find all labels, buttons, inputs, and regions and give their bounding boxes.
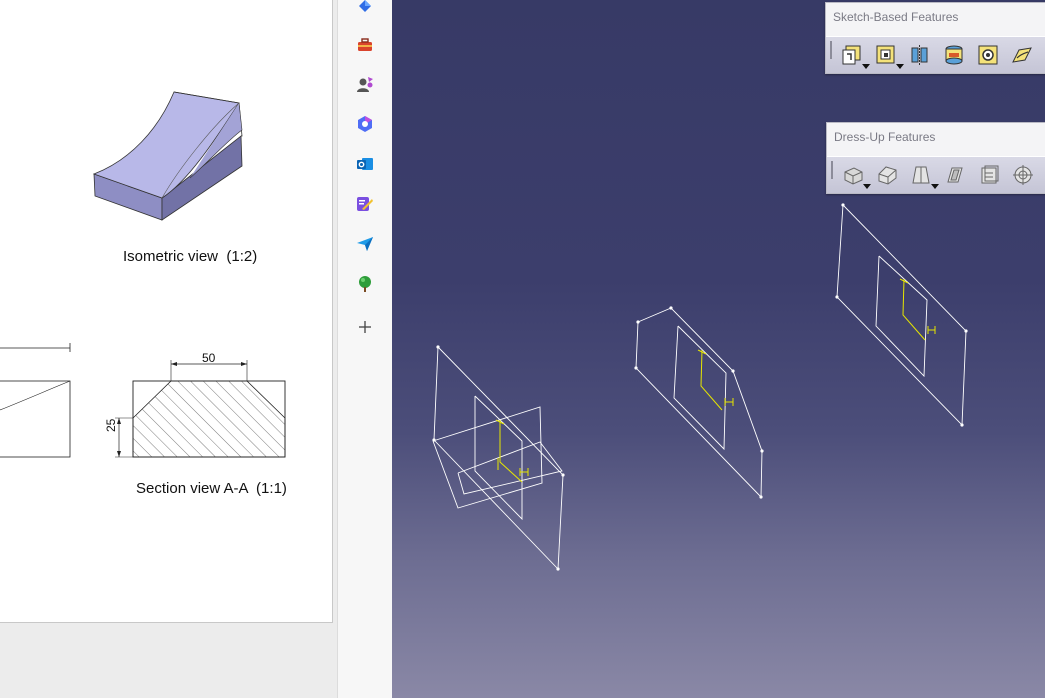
add-icon[interactable] [353,315,377,339]
edge-sidebar [337,0,393,698]
toolbar-body [827,156,1045,193]
isometric-view-caption: Isometric view (1:2) [123,248,258,265]
drawing-sheet[interactable]: Isometric view (1:2) 50 25 Section view … [0,0,333,623]
sketch-plane-3[interactable] [836,204,967,427]
sketch-geometry[interactable] [392,0,1045,698]
chevron-down-icon[interactable] [931,184,939,189]
section-view-caption: Section view A-A (1:1) [136,480,287,497]
sketch-vertices [432,203,968,571]
groove-icon[interactable] [940,42,968,68]
drawing-canvas [0,91,286,458]
chevron-down-icon[interactable] [863,184,871,189]
thickness-icon[interactable] [975,162,1003,188]
isometric-view[interactable] [92,91,243,221]
m365-icon[interactable] [353,112,377,136]
people-icon[interactable] [353,72,377,96]
designer-icon[interactable] [353,192,377,216]
thread-icon[interactable] [1009,162,1037,188]
shell-icon[interactable] [941,162,969,188]
front-view-partial[interactable] [0,343,71,458]
toolbar-title: Dress-Up Features [834,130,936,144]
sketch-based-features-toolbar[interactable]: Sketch-Based Features [825,2,1045,74]
section-view[interactable] [115,360,286,458]
viewport-3d[interactable]: Sketch-Based Features Dress-Up Features [392,0,1045,698]
sketch-plane-2[interactable] [635,307,763,499]
dimension-height-label: 25 [104,418,118,432]
shaft-icon[interactable] [906,42,934,68]
chamfer-icon[interactable] [873,162,901,188]
send-icon[interactable] [353,232,377,256]
sketch-axes [495,278,936,483]
toolbox-icon[interactable] [353,33,377,57]
dimension-width-label: 50 [202,351,216,365]
copilot-icon[interactable] [353,0,377,18]
dress-up-features-toolbar[interactable]: Dress-Up Features [826,122,1045,194]
tree-icon[interactable] [353,272,377,296]
rib-icon[interactable] [1008,42,1036,68]
toolbar-grip[interactable] [830,41,832,59]
outlook-icon[interactable] [353,152,377,176]
chevron-down-icon[interactable] [896,64,904,69]
drawing-area: Isometric view (1:2) 50 25 Section view … [0,0,337,698]
toolbar-grip[interactable] [831,161,833,179]
chevron-down-icon[interactable] [862,64,870,69]
toolbar-body [826,36,1045,73]
toolbar-title: Sketch-Based Features [833,10,959,24]
hole-icon[interactable] [974,42,1002,68]
